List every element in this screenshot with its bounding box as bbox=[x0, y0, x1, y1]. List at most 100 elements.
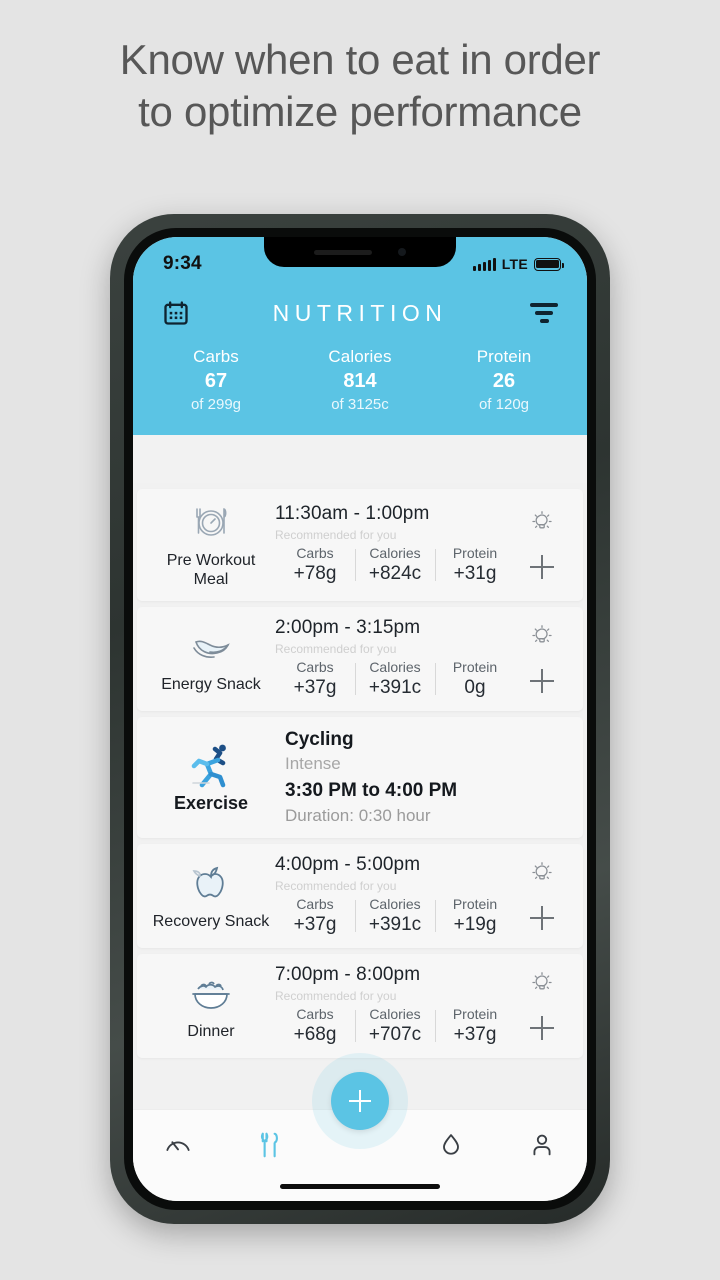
card-details: 11:30am - 1:00pm Recommended for you Car… bbox=[271, 503, 515, 585]
network-type-label: LTE bbox=[501, 256, 528, 272]
card-identity: Exercise bbox=[151, 741, 271, 814]
lightbulb-icon[interactable] bbox=[530, 971, 554, 1000]
exercise-intensity: Intense bbox=[285, 754, 341, 773]
macro-value: 814 bbox=[343, 370, 377, 392]
phone-bezel: 9:34 LTE NUTRITION Carbs 67 of 299g Calo… bbox=[124, 228, 596, 1210]
nutrition-calories: Calories +391c bbox=[355, 659, 435, 699]
macro-target: of 120g bbox=[478, 396, 530, 413]
water-drop-icon bbox=[437, 1131, 465, 1164]
meal-time-range: 11:30am - 1:00pm bbox=[275, 503, 430, 524]
nutrition-label: Calories bbox=[369, 1006, 421, 1022]
banana-icon bbox=[184, 623, 238, 673]
card-identity: Recovery Snack bbox=[151, 860, 271, 931]
meal-card-dinner[interactable]: Dinner 7:00pm - 8:00pm Recommended for y… bbox=[137, 954, 583, 1058]
meal-timeline-list[interactable]: Pre Workout Meal 11:30am - 1:00pm Recomm… bbox=[133, 483, 587, 1109]
lightbulb-icon[interactable] bbox=[530, 624, 554, 653]
plate-clock-icon bbox=[184, 499, 238, 549]
earpiece-speaker bbox=[314, 249, 372, 255]
meal-time-range: 4:00pm - 5:00pm bbox=[275, 854, 421, 875]
plus-icon[interactable] bbox=[530, 905, 554, 930]
meal-type-label: Dinner bbox=[187, 1022, 235, 1040]
fork-knife-icon bbox=[254, 1130, 284, 1165]
plus-icon[interactable] bbox=[530, 1015, 554, 1040]
app-header: NUTRITION Carbs 67 of 299g Calories 814 … bbox=[133, 283, 587, 435]
card-actions bbox=[515, 510, 569, 579]
nutrition-value: +391c bbox=[368, 677, 422, 698]
meal-card-energy-snack[interactable]: Energy Snack 2:00pm - 3:15pm Recommended… bbox=[137, 607, 583, 711]
nutrition-label: Calories bbox=[369, 545, 421, 561]
nutrition-calories: Calories +707c bbox=[355, 1006, 435, 1046]
nutrition-label: Calories bbox=[369, 896, 421, 912]
nutrition-value: +68g bbox=[293, 1024, 337, 1045]
recommended-label: Recommended for you bbox=[275, 528, 397, 542]
meal-time-range: 2:00pm - 3:15pm bbox=[275, 617, 421, 638]
nutrition-value: 0g bbox=[464, 677, 486, 698]
nutrition-protein: Protein +31g bbox=[435, 545, 515, 585]
nutrition-carbs: Carbs +78g bbox=[275, 545, 355, 585]
macro-label: Calories bbox=[328, 347, 392, 366]
meal-type-label: Recovery Snack bbox=[152, 912, 270, 930]
card-actions bbox=[515, 624, 569, 693]
nutrition-label: Carbs bbox=[296, 545, 334, 561]
tab-profile[interactable] bbox=[496, 1124, 587, 1170]
nutrition-carbs: Carbs +68g bbox=[275, 1006, 355, 1046]
battery-full-icon bbox=[534, 257, 564, 271]
meal-card-recovery-snack[interactable]: Recovery Snack 4:00pm - 5:00pm Recommend… bbox=[137, 844, 583, 948]
nutrition-carbs: Carbs +37g bbox=[275, 896, 355, 936]
exercise-card-cycling[interactable]: Exercise Cycling Intense 3:30 PM to 4:00… bbox=[137, 717, 583, 838]
meal-type-label: Pre Workout Meal bbox=[166, 552, 256, 588]
person-icon bbox=[528, 1131, 556, 1164]
recommended-label: Recommended for you bbox=[275, 642, 397, 656]
macro-target: of 3125c bbox=[331, 396, 389, 413]
exercise-name: Cycling bbox=[285, 729, 354, 750]
nutrition-protein: Protein 0g bbox=[435, 659, 515, 699]
meal-card-pre-workout[interactable]: Pre Workout Meal 11:30am - 1:00pm Recomm… bbox=[137, 489, 583, 601]
card-actions bbox=[515, 971, 569, 1040]
nutrition-value: +37g bbox=[453, 1024, 497, 1045]
runner-icon bbox=[184, 741, 238, 791]
macro-value: 67 bbox=[204, 370, 228, 392]
macro-calories: Calories 814 of 3125c bbox=[308, 347, 412, 413]
nutrition-label: Protein bbox=[452, 659, 498, 675]
nutrition-label: Protein bbox=[452, 545, 498, 561]
exercise-duration: Duration: 0:30 hour bbox=[285, 806, 431, 825]
plus-icon[interactable] bbox=[530, 554, 554, 579]
tab-nutrition[interactable] bbox=[224, 1124, 315, 1170]
nutrition-value: +824c bbox=[368, 563, 422, 584]
nutrition-protein: Protein +19g bbox=[435, 896, 515, 936]
add-entry-fab[interactable] bbox=[331, 1072, 389, 1130]
tab-dashboard[interactable] bbox=[133, 1124, 224, 1170]
card-identity: Energy Snack bbox=[151, 623, 271, 694]
page-title: NUTRITION bbox=[272, 299, 448, 326]
phone-notch bbox=[264, 237, 456, 267]
nutrition-calories: Calories +391c bbox=[355, 896, 435, 936]
nutrition-value: +31g bbox=[453, 563, 497, 584]
marketing-headline: Know when to eat in order to optimize pe… bbox=[119, 36, 601, 135]
nutrition-value: +37g bbox=[293, 677, 337, 698]
lightbulb-icon[interactable] bbox=[530, 510, 554, 539]
status-time: 9:34 bbox=[163, 253, 202, 274]
plus-icon[interactable] bbox=[530, 668, 554, 693]
calendar-icon[interactable] bbox=[159, 296, 193, 330]
card-identity: Pre Workout Meal bbox=[151, 499, 271, 589]
nutrition-protein: Protein +37g bbox=[435, 1006, 515, 1046]
filter-icon[interactable] bbox=[527, 296, 561, 330]
header-top-row: NUTRITION bbox=[159, 289, 561, 337]
recommended-label: Recommended for you bbox=[275, 879, 397, 893]
lightbulb-icon[interactable] bbox=[530, 861, 554, 890]
tab-hydration[interactable] bbox=[405, 1124, 496, 1170]
nutrition-row: Carbs +37g Calories +391c Protein +19g bbox=[275, 896, 515, 936]
nutrition-value: +37g bbox=[293, 914, 337, 935]
apple-icon bbox=[184, 860, 238, 910]
front-camera bbox=[398, 248, 406, 256]
nutrition-value: +391c bbox=[368, 914, 422, 935]
card-details: 4:00pm - 5:00pm Recommended for you Carb… bbox=[271, 854, 515, 936]
nutrition-value: +78g bbox=[293, 563, 337, 584]
exercise-time-range: 3:30 PM to 4:00 PM bbox=[285, 780, 458, 801]
nutrition-row: Carbs +68g Calories +707c Protein +37g bbox=[275, 1006, 515, 1046]
card-identity: Dinner bbox=[151, 970, 271, 1041]
nutrition-calories: Calories +824c bbox=[355, 545, 435, 585]
macro-carbs: Carbs 67 of 299g bbox=[164, 347, 268, 413]
nutrition-value: +19g bbox=[453, 914, 497, 935]
macro-summary: Carbs 67 of 299g Calories 814 of 3125c P… bbox=[159, 347, 561, 413]
